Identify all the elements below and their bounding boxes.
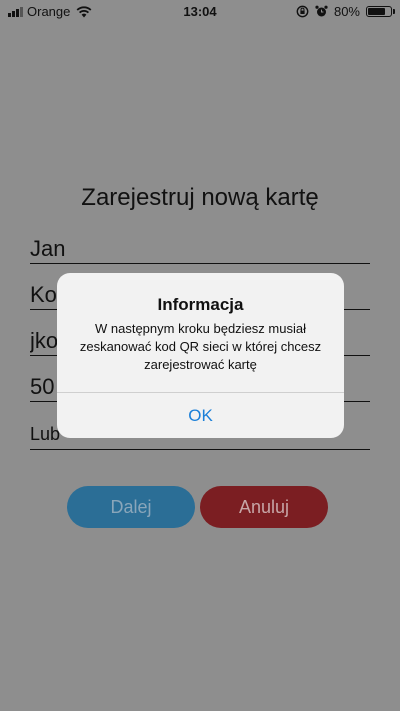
alert-message: W następnym kroku będziesz musiał zeskan…: [79, 321, 322, 372]
battery-icon: [366, 6, 395, 17]
orientation-lock-icon: [296, 5, 309, 18]
alarm-icon: [315, 5, 328, 17]
battery-fill: [368, 8, 385, 15]
alert-title: Informacja: [157, 295, 244, 314]
battery-percent: 80%: [333, 4, 360, 19]
form-title: Zarejestruj nową kartę: [81, 184, 319, 211]
status-bar: Orange 13:04 80%: [0, 0, 400, 24]
ok-button[interactable]: OK: [57, 393, 344, 438]
cancel-button[interactable]: Anuluj: [200, 486, 328, 528]
status-right: 80%: [296, 4, 395, 19]
info-alert-dialog: Informacja W następnym kroku będziesz mu…: [57, 273, 344, 438]
next-button[interactable]: Dalej: [67, 486, 195, 528]
first-name-input[interactable]: [30, 234, 370, 264]
